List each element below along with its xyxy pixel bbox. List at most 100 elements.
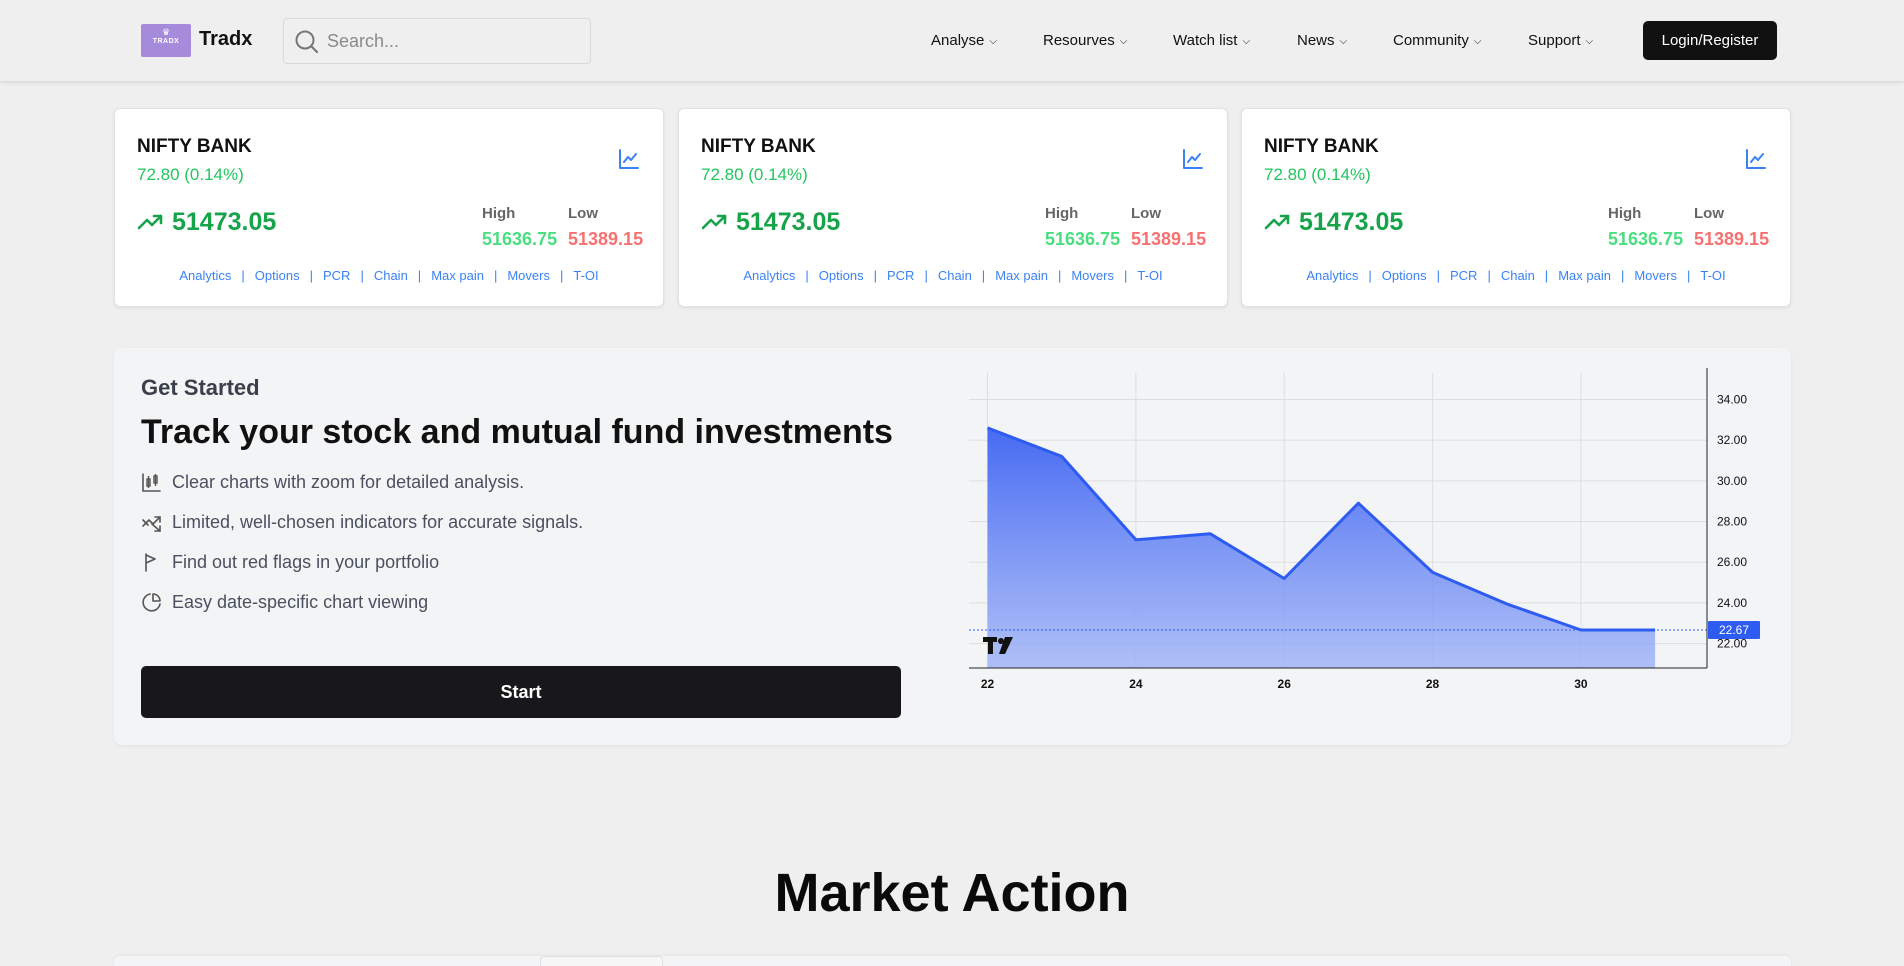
nav-resourves[interactable]: Resourves ⌵ — [1043, 32, 1127, 49]
card-links: Analytics | Options | PCR | Chain | Max pain | Mov… — [115, 268, 663, 283]
card-links: Analytics | Options | PCR | Chain | Max pain | Mov… — [679, 268, 1227, 283]
line-chart-icon[interactable] — [617, 147, 641, 171]
feature-item: Clear charts with zoom for detailed anal… — [141, 472, 524, 493]
link-pcr[interactable]: PCR — [323, 268, 350, 283]
section-headline: Track your stock and mutual fund investm… — [141, 413, 893, 451]
index-card: NIFTY BANK 72.80 (0.14%) 51473.05 High L… — [678, 108, 1228, 307]
chevron-down-icon: ⌵ — [1473, 36, 1482, 47]
link-t-oi[interactable]: T-OI — [573, 268, 598, 283]
high-value: 51636.75 — [1045, 229, 1121, 249]
separator: | — [417, 268, 422, 283]
flag-icon — [145, 553, 156, 572]
link-options[interactable]: Options — [819, 268, 864, 283]
y-tick-label: 26.00 — [1717, 555, 1747, 569]
separator: | — [1686, 268, 1691, 283]
separator: | — [309, 268, 313, 283]
low-value: 51389.15 — [568, 229, 644, 249]
nav-label: Analyse — [931, 32, 985, 49]
link-options[interactable]: Options — [1382, 268, 1427, 283]
pie-chart-icon — [142, 593, 161, 612]
nav-analyse[interactable]: Analyse ⌵ — [931, 32, 997, 49]
x-tick-label: 24 — [1129, 677, 1143, 691]
nav-label: Support — [1528, 32, 1581, 49]
chevron-down-icon: ⌵ — [1585, 36, 1594, 47]
low-label: Low — [1694, 205, 1724, 222]
search-box[interactable] — [283, 18, 591, 64]
top-navbar: ♛ TRADX Tradx Analyse ⌵ Resourves ⌵ Watch … — [0, 0, 1904, 82]
separator: | — [805, 268, 809, 283]
y-tick-label: 30.00 — [1717, 474, 1747, 488]
link-t-oi[interactable]: T-OI — [1137, 268, 1162, 283]
market-action-panel — [114, 956, 1791, 966]
nav-news[interactable]: News ⌵ — [1297, 32, 1347, 49]
index-price: 51473.05 — [172, 208, 277, 236]
feature-text: Find out red flags in your portfolio — [172, 552, 440, 572]
separator: | — [1368, 268, 1372, 283]
market-tab[interactable] — [540, 956, 663, 966]
high-value: 51636.75 — [482, 229, 558, 249]
link-max-pain[interactable]: Max pain — [1558, 268, 1611, 283]
separator: | — [559, 268, 564, 283]
nav-label: Resourves — [1043, 32, 1115, 49]
link-t-oi[interactable]: T-OI — [1700, 268, 1725, 283]
nav-support[interactable]: Support ⌵ — [1528, 32, 1593, 49]
separator: | — [1620, 268, 1625, 283]
logo-text: TRADX — [152, 38, 180, 45]
low-label: Low — [1131, 205, 1161, 222]
line-chart-icon[interactable] — [1181, 147, 1205, 171]
start-button[interactable]: Start — [141, 666, 901, 718]
separator: | — [1487, 268, 1491, 283]
separator: | — [924, 268, 928, 283]
index-name: NIFTY BANK — [701, 136, 816, 157]
high-value: 51636.75 — [1608, 229, 1684, 249]
nav-community[interactable]: Community ⌵ — [1393, 32, 1481, 49]
x-axis-ticks: 22 24 26 28 30 — [981, 677, 1588, 691]
link-chain[interactable]: Chain — [1501, 268, 1535, 283]
separator: | — [241, 268, 245, 283]
link-analytics[interactable]: Analytics — [1306, 268, 1358, 283]
link-pcr[interactable]: PCR — [1450, 268, 1477, 283]
last-value-label: 22.67 — [1719, 623, 1749, 637]
link-analytics[interactable]: Analytics — [179, 268, 231, 283]
search-icon — [295, 30, 319, 54]
line-chart-icon[interactable] — [1744, 147, 1768, 171]
index-change: 72.80 (0.14%) — [137, 165, 244, 184]
low-label: Low — [568, 205, 598, 222]
search-input[interactable] — [327, 25, 577, 57]
link-movers[interactable]: Movers — [1634, 268, 1677, 283]
link-max-pain[interactable]: Max pain — [995, 268, 1048, 283]
feature-item: Easy date-specific chart viewing — [141, 592, 428, 613]
link-chain[interactable]: Chain — [374, 268, 408, 283]
separator: | — [1057, 268, 1062, 283]
link-analytics[interactable]: Analytics — [743, 268, 795, 283]
market-action-heading: Market Action — [774, 863, 1130, 923]
low-value: 51389.15 — [1131, 229, 1207, 249]
brand-logo[interactable]: ♛ TRADX — [141, 24, 191, 57]
brand-name[interactable]: Tradx — [199, 28, 252, 51]
feature-item: Find out red flags in your portfolio — [141, 552, 439, 573]
chart-area-fill — [987, 427, 1656, 668]
high-label: High — [1608, 205, 1642, 222]
link-movers[interactable]: Movers — [507, 268, 550, 283]
index-change: 72.80 (0.14%) — [1264, 165, 1371, 184]
feature-item: Limited, well-chosen indicators for accu… — [141, 512, 583, 533]
link-options[interactable]: Options — [255, 268, 300, 283]
login-register-button[interactable]: Login/Register — [1643, 21, 1777, 60]
index-change: 72.80 (0.14%) — [701, 165, 808, 184]
y-tick-label: 32.00 — [1717, 433, 1747, 447]
low-value: 51389.15 — [1694, 229, 1770, 249]
y-tick-label: 28.00 — [1717, 515, 1747, 529]
link-movers[interactable]: Movers — [1071, 268, 1114, 283]
nav-label: Community — [1393, 32, 1469, 49]
last-value-badge: 22.67 — [1708, 620, 1760, 639]
trending-up-icon — [701, 214, 727, 230]
link-chain[interactable]: Chain — [938, 268, 972, 283]
feature-text: Clear charts with zoom for detailed anal… — [172, 472, 525, 492]
area-chart[interactable]: 34.0032.0030.0028.0026.0024.0022.00 22 24… — [969, 368, 1789, 726]
link-pcr[interactable]: PCR — [887, 268, 914, 283]
logo-mark-icon: ♛ — [161, 27, 171, 37]
candlestick-chart-icon — [142, 473, 161, 492]
link-max-pain[interactable]: Max pain — [431, 268, 484, 283]
nav-watch-list[interactable]: Watch list ⌵ — [1173, 32, 1250, 49]
separator: | — [1436, 268, 1440, 283]
